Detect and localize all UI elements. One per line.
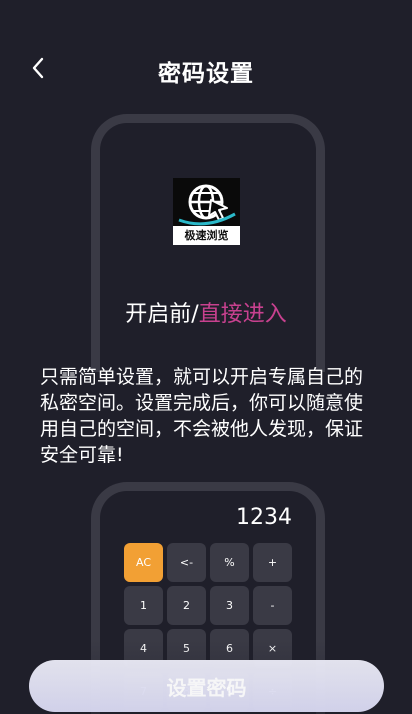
set-password-button[interactable]: 设置密码 — [29, 660, 384, 712]
unlock-before-text: 开启前/ — [125, 302, 199, 327]
calc-key-2: 2 — [167, 586, 206, 625]
unlock-hint: 开启前/直接进入 — [0, 296, 412, 328]
app-logo: 极速浏览 — [173, 178, 240, 245]
logo-caption: 极速浏览 — [173, 226, 240, 245]
calc-key-minus: - — [253, 586, 292, 625]
calculator-display: 1234 — [236, 505, 292, 530]
calc-key-percent: % — [210, 543, 249, 582]
calc-key-1: 1 — [124, 586, 163, 625]
globe-cursor-icon — [178, 184, 236, 226]
calc-key-plus: + — [253, 543, 292, 582]
description-text: 只需简单设置，就可以开启专属自己的私密空间。设置完成后，你可以随意使用自己的空间… — [40, 366, 364, 466]
calc-key-ac: AC — [124, 543, 163, 582]
unlock-direct-enter-text: 直接进入 — [198, 302, 287, 327]
page-title: 密码设置 — [158, 61, 254, 87]
calc-key-backspace: <- — [167, 543, 206, 582]
calc-key-3: 3 — [210, 586, 249, 625]
header: 密码设置 — [0, 0, 412, 110]
